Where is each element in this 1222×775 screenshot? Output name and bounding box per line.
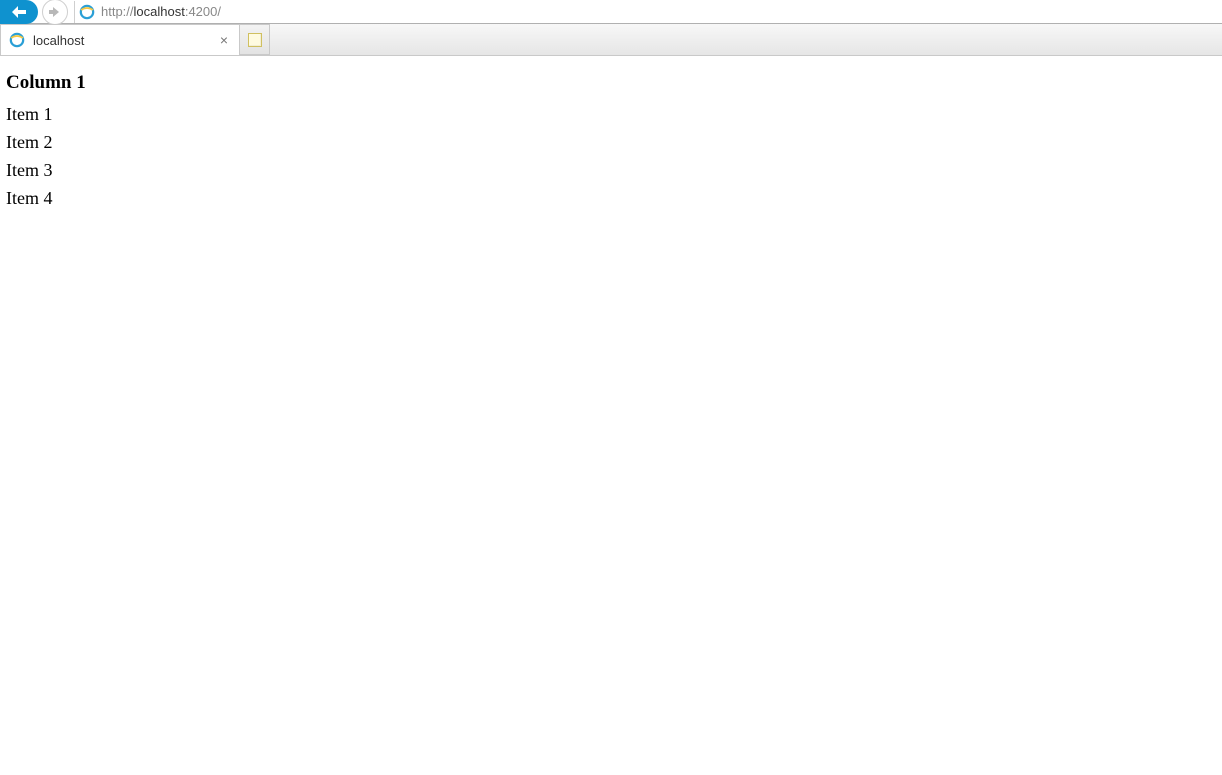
tab-strip: localhost × (0, 24, 1222, 56)
column-heading: Column 1 (6, 68, 1216, 97)
tab-close-button[interactable]: × (217, 33, 231, 47)
url-prefix: http:// (101, 4, 134, 19)
url-suffix: :4200/ (185, 4, 221, 19)
tab-title: localhost (33, 33, 209, 48)
arrow-right-icon (49, 7, 61, 17)
forward-button[interactable] (42, 0, 68, 25)
new-tab-icon (248, 33, 262, 47)
tab-localhost[interactable]: localhost × (0, 24, 240, 55)
list-item: Item 1 (6, 101, 1216, 129)
new-tab-button[interactable] (240, 24, 270, 55)
url-text: http://localhost:4200/ (101, 4, 221, 19)
ie-logo-icon (79, 4, 95, 20)
tab-favicon-icon (9, 32, 25, 48)
list-item: Item 2 (6, 129, 1216, 157)
list-item: Item 3 (6, 157, 1216, 185)
address-bar[interactable]: http://localhost:4200/ (74, 1, 1222, 23)
list-item: Item 4 (6, 185, 1216, 213)
page-content: Column 1 Item 1 Item 2 Item 3 Item 4 (0, 56, 1222, 225)
url-host: localhost (134, 4, 185, 19)
browser-nav-bar: http://localhost:4200/ (0, 0, 1222, 24)
arrow-left-icon (10, 5, 28, 19)
close-icon: × (220, 33, 228, 47)
back-button[interactable] (0, 0, 38, 24)
